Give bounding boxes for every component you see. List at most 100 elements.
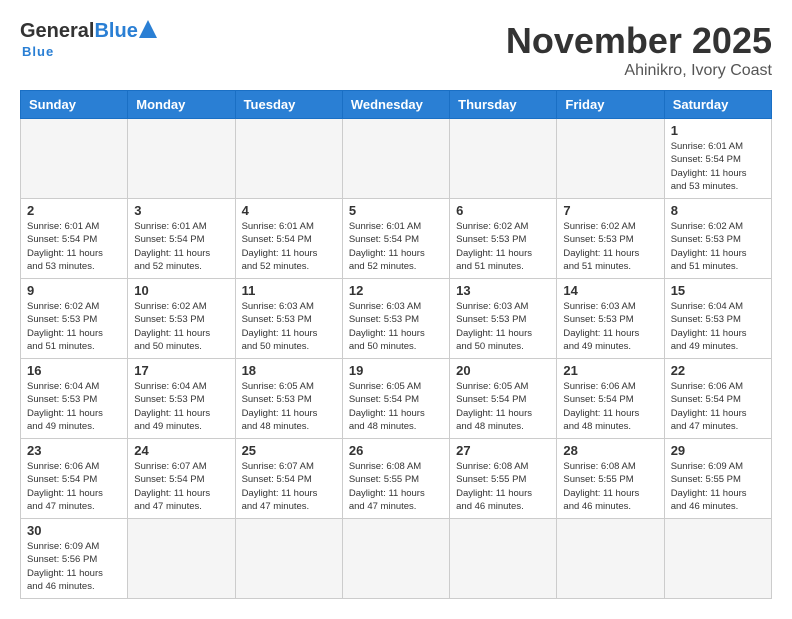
day-info: Sunrise: 6:01 AM Sunset: 5:54 PM Dayligh…: [671, 140, 765, 193]
day-info: Sunrise: 6:03 AM Sunset: 5:53 PM Dayligh…: [242, 300, 336, 353]
calendar-day-cell: 22 Sunrise: 6:06 AM Sunset: 5:54 PM Dayli…: [664, 359, 771, 439]
calendar-day-cell: 3Sunrise: 6:01 AM Sunset: 5:54 PM Daylig…: [128, 199, 235, 279]
logo-triangle-icon: [139, 20, 157, 43]
day-info: Sunrise: 6:03 AM Sunset: 5:53 PM Dayligh…: [563, 300, 657, 353]
location: Ahinikro, Ivory Coast: [506, 62, 772, 80]
day-number: 12: [349, 283, 443, 298]
day-info: Sunrise: 6:02 AM Sunset: 5:53 PM Dayligh…: [671, 220, 765, 273]
day-info: Sunrise: 6:05 AM Sunset: 5:54 PM Dayligh…: [456, 380, 550, 433]
calendar-day-cell: [128, 519, 235, 599]
logo-image: General Blue: [20, 20, 157, 43]
title-block: November 2025 Ahinikro, Ivory Coast: [506, 20, 772, 80]
calendar-day-cell: [557, 519, 664, 599]
day-number: 28: [563, 443, 657, 458]
calendar-day-cell: 14 Sunrise: 6:03 AM Sunset: 5:53 PM Dayli…: [557, 279, 664, 359]
calendar-day-cell: 25 Sunrise: 6:07 AM Sunset: 5:54 PM Dayli…: [235, 439, 342, 519]
day-number: 21: [563, 363, 657, 378]
calendar-day-header: Saturday: [664, 91, 771, 119]
day-number: 3: [134, 203, 228, 218]
day-number: 22: [671, 363, 765, 378]
calendar-day-cell: 16Sunrise: 6:04 AM Sunset: 5:53 PM Dayli…: [21, 359, 128, 439]
calendar-week-row: 30Sunrise: 6:09 AM Sunset: 5:56 PM Dayli…: [21, 519, 772, 599]
day-number: 27: [456, 443, 550, 458]
page-header: General Blue Blue November 2025 Ahinikro…: [20, 20, 772, 80]
calendar-day-cell: [450, 119, 557, 199]
calendar-day-cell: 12Sunrise: 6:03 AM Sunset: 5:53 PM Dayli…: [342, 279, 449, 359]
day-number: 18: [242, 363, 336, 378]
day-number: 6: [456, 203, 550, 218]
calendar-day-cell: 10Sunrise: 6:02 AM Sunset: 5:53 PM Dayli…: [128, 279, 235, 359]
day-info: Sunrise: 6:02 AM Sunset: 5:53 PM Dayligh…: [563, 220, 657, 273]
calendar-day-cell: [450, 519, 557, 599]
logo-blue-text: Blue: [94, 20, 137, 43]
calendar-day-cell: 19 Sunrise: 6:05 AM Sunset: 5:54 PM Dayli…: [342, 359, 449, 439]
day-number: 23: [27, 443, 121, 458]
calendar-day-cell: [664, 519, 771, 599]
day-info: Sunrise: 6:07 AM Sunset: 5:54 PM Dayligh…: [242, 460, 336, 513]
calendar-day-cell: 20 Sunrise: 6:05 AM Sunset: 5:54 PM Dayli…: [450, 359, 557, 439]
calendar-day-cell: 1 Sunrise: 6:01 AM Sunset: 5:54 PM Daylig…: [664, 119, 771, 199]
day-info: Sunrise: 6:05 AM Sunset: 5:54 PM Dayligh…: [349, 380, 443, 433]
day-info: Sunrise: 6:07 AM Sunset: 5:54 PM Dayligh…: [134, 460, 228, 513]
day-number: 13: [456, 283, 550, 298]
calendar-day-cell: 4 Sunrise: 6:01 AM Sunset: 5:54 PM Daylig…: [235, 199, 342, 279]
calendar-day-cell: 2 Sunrise: 6:01 AM Sunset: 5:54 PM Daylig…: [21, 199, 128, 279]
calendar-day-cell: 28 Sunrise: 6:08 AM Sunset: 5:55 PM Dayli…: [557, 439, 664, 519]
day-info: Sunrise: 6:08 AM Sunset: 5:55 PM Dayligh…: [349, 460, 443, 513]
calendar-day-cell: [342, 519, 449, 599]
calendar-day-cell: 9 Sunrise: 6:02 AM Sunset: 5:53 PM Daylig…: [21, 279, 128, 359]
logo: General Blue Blue: [20, 20, 157, 61]
calendar-day-cell: 13Sunrise: 6:03 AM Sunset: 5:53 PM Dayli…: [450, 279, 557, 359]
day-number: 19: [349, 363, 443, 378]
day-number: 29: [671, 443, 765, 458]
day-number: 16: [27, 363, 121, 378]
calendar-week-row: 1 Sunrise: 6:01 AM Sunset: 5:54 PM Daylig…: [21, 119, 772, 199]
day-info: Sunrise: 6:01 AM Sunset: 5:54 PM Dayligh…: [27, 220, 121, 273]
day-number: 20: [456, 363, 550, 378]
calendar-table: SundayMondayTuesdayWednesdayThursdayFrid…: [20, 90, 772, 599]
calendar-day-header: Thursday: [450, 91, 557, 119]
calendar-day-header: Tuesday: [235, 91, 342, 119]
day-number: 10: [134, 283, 228, 298]
day-info: Sunrise: 6:04 AM Sunset: 5:53 PM Dayligh…: [134, 380, 228, 433]
month-title: November 2025: [506, 20, 772, 62]
calendar-day-cell: 17 Sunrise: 6:04 AM Sunset: 5:53 PM Dayli…: [128, 359, 235, 439]
calendar-day-cell: 15 Sunrise: 6:04 AM Sunset: 5:53 PM Dayli…: [664, 279, 771, 359]
day-number: 17: [134, 363, 228, 378]
day-info: Sunrise: 6:06 AM Sunset: 5:54 PM Dayligh…: [671, 380, 765, 433]
calendar-day-cell: [235, 119, 342, 199]
day-info: Sunrise: 6:08 AM Sunset: 5:55 PM Dayligh…: [563, 460, 657, 513]
day-number: 25: [242, 443, 336, 458]
day-number: 1: [671, 123, 765, 138]
calendar-day-cell: 23 Sunrise: 6:06 AM Sunset: 5:54 PM Dayli…: [21, 439, 128, 519]
calendar-day-cell: [235, 519, 342, 599]
calendar-day-cell: 26 Sunrise: 6:08 AM Sunset: 5:55 PM Dayli…: [342, 439, 449, 519]
day-number: 14: [563, 283, 657, 298]
day-number: 2: [27, 203, 121, 218]
calendar-day-cell: 6Sunrise: 6:02 AM Sunset: 5:53 PM Daylig…: [450, 199, 557, 279]
calendar-day-cell: 29 Sunrise: 6:09 AM Sunset: 5:55 PM Dayli…: [664, 439, 771, 519]
calendar-day-cell: 18Sunrise: 6:05 AM Sunset: 5:53 PM Dayli…: [235, 359, 342, 439]
calendar-day-cell: [557, 119, 664, 199]
day-number: 7: [563, 203, 657, 218]
day-number: 15: [671, 283, 765, 298]
calendar-day-cell: 5Sunrise: 6:01 AM Sunset: 5:54 PM Daylig…: [342, 199, 449, 279]
calendar-day-cell: [128, 119, 235, 199]
calendar-day-header: Friday: [557, 91, 664, 119]
day-info: Sunrise: 6:04 AM Sunset: 5:53 PM Dayligh…: [671, 300, 765, 353]
calendar-week-row: 2 Sunrise: 6:01 AM Sunset: 5:54 PM Daylig…: [21, 199, 772, 279]
day-number: 26: [349, 443, 443, 458]
calendar-week-row: 23 Sunrise: 6:06 AM Sunset: 5:54 PM Dayli…: [21, 439, 772, 519]
day-number: 9: [27, 283, 121, 298]
day-info: Sunrise: 6:02 AM Sunset: 5:53 PM Dayligh…: [27, 300, 121, 353]
day-number: 24: [134, 443, 228, 458]
calendar-day-cell: 7 Sunrise: 6:02 AM Sunset: 5:53 PM Daylig…: [557, 199, 664, 279]
calendar-day-cell: 27 Sunrise: 6:08 AM Sunset: 5:55 PM Dayli…: [450, 439, 557, 519]
day-info: Sunrise: 6:06 AM Sunset: 5:54 PM Dayligh…: [27, 460, 121, 513]
day-info: Sunrise: 6:08 AM Sunset: 5:55 PM Dayligh…: [456, 460, 550, 513]
calendar-day-header: Sunday: [21, 91, 128, 119]
day-number: 4: [242, 203, 336, 218]
day-info: Sunrise: 6:09 AM Sunset: 5:55 PM Dayligh…: [671, 460, 765, 513]
calendar-day-cell: 30Sunrise: 6:09 AM Sunset: 5:56 PM Dayli…: [21, 519, 128, 599]
day-info: Sunrise: 6:01 AM Sunset: 5:54 PM Dayligh…: [242, 220, 336, 273]
